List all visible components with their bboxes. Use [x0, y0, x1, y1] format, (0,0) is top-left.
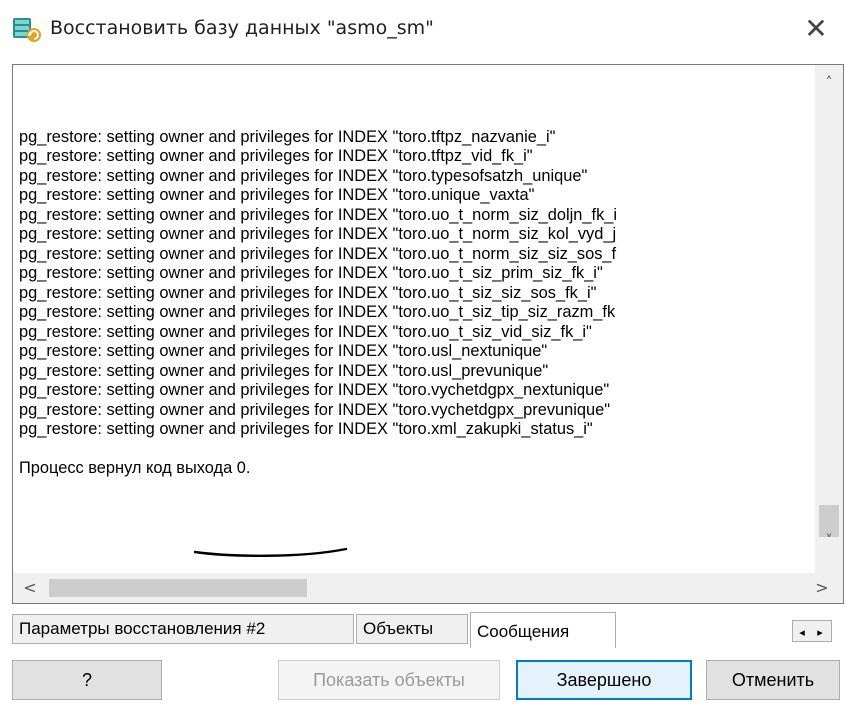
log-line: pg_restore: setting owner and privileges… — [19, 244, 617, 263]
log-line: pg_restore: setting owner and privileges… — [19, 166, 588, 185]
log-text-area[interactable]: pg_restore: setting owner and privileges… — [19, 69, 815, 567]
tab-scroll-right-icon[interactable]: ▸ — [811, 623, 829, 643]
done-button[interactable]: Завершено — [516, 660, 692, 700]
log-line: pg_restore: setting owner and privileges… — [19, 225, 617, 243]
log-line: pg_restore: setting owner and privileges… — [19, 381, 610, 399]
log-line: pg_restore: setting owner and privileges… — [19, 127, 556, 146]
scroll-down-arrow-icon[interactable]: ˅ — [815, 527, 843, 555]
horizontal-scrollbar[interactable]: < > — [13, 573, 843, 603]
handwritten-underline-mark — [193, 547, 348, 557]
vertical-scrollbar[interactable]: ˄ ˅ — [815, 65, 843, 573]
tab-restore-options[interactable]: Параметры восстановления #2 — [12, 614, 354, 644]
log-line: pg_restore: setting owner and privileges… — [19, 342, 548, 360]
tab-objects[interactable]: Объекты — [356, 614, 468, 644]
show-objects-button[interactable]: Показать объекты — [278, 660, 500, 700]
tab-scroll-left-icon[interactable]: ◂ — [793, 623, 811, 643]
log-line: pg_restore: setting owner and privileges… — [19, 264, 603, 282]
scroll-left-arrow-icon[interactable]: < — [15, 573, 45, 603]
help-button[interactable]: ? — [12, 660, 162, 700]
log-line: pg_restore: setting owner and privileges… — [19, 361, 549, 380]
log-line: pg_restore: setting owner and privileges… — [19, 303, 616, 321]
button-bar: ? Показать объекты Завершено Отменить — [0, 650, 845, 715]
log-line: pg_restore: setting owner and privileges… — [19, 205, 618, 224]
tab-scroll-buttons[interactable]: ◂ ▸ — [792, 620, 832, 642]
cancel-button[interactable]: Отменить — [706, 660, 840, 700]
close-icon[interactable]: ✕ — [799, 12, 833, 46]
title-bar: Восстановить базу данных "asmo_sm" ✕ — [0, 0, 845, 62]
scroll-right-arrow-icon[interactable]: > — [807, 573, 837, 603]
log-line: pg_restore: setting owner and privileges… — [19, 283, 597, 302]
log-line: pg_restore: setting owner and privileges… — [19, 322, 592, 341]
horizontal-scroll-thumb[interactable] — [49, 579, 307, 597]
messages-log-panel[interactable]: pg_restore: setting owner and privileges… — [12, 64, 844, 604]
log-line: pg_restore: setting owner and privileges… — [19, 147, 533, 165]
log-line: pg_restore: setting owner and privileges… — [19, 186, 535, 204]
log-line: pg_restore: setting owner and privileges… — [19, 400, 611, 419]
log-line: pg_restore: setting owner and privileges… — [19, 420, 593, 438]
window-title: Восстановить базу данных "asmo_sm" — [50, 17, 434, 39]
tab-bar: Параметры восстановления #2 Объекты Сооб… — [0, 606, 845, 648]
exit-status-message: Процесс вернул код выхода 0. — [19, 459, 251, 477]
tab-messages[interactable]: Сообщения — [470, 612, 616, 648]
log-blank-line — [19, 440, 815, 460]
db-restore-icon — [13, 18, 41, 42]
scroll-up-arrow-icon[interactable]: ˄ — [815, 69, 843, 97]
